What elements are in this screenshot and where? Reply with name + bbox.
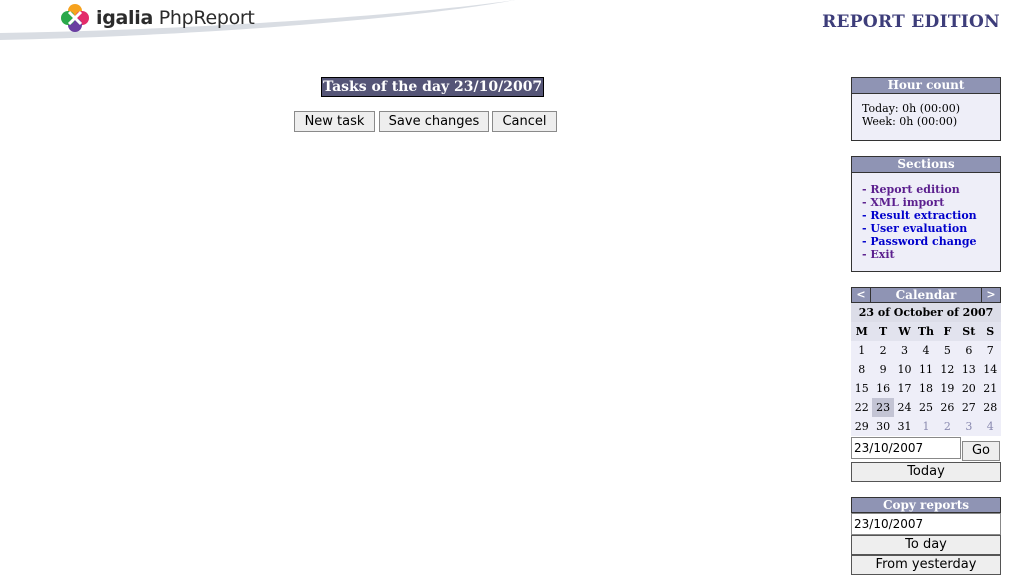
calendar-day[interactable]: 18 bbox=[915, 379, 936, 398]
calendar-day[interactable]: 10 bbox=[894, 360, 915, 379]
calendar-day[interactable]: 3 bbox=[958, 417, 979, 436]
hour-count-title: Hour count bbox=[852, 78, 1000, 94]
calendar-day[interactable]: 17 bbox=[894, 379, 915, 398]
section-link[interactable]: - Result extraction bbox=[862, 209, 990, 222]
section-link[interactable]: - Password change bbox=[862, 235, 990, 248]
logo-text: igalia PhpReport bbox=[96, 7, 255, 29]
calendar-day[interactable]: 30 bbox=[872, 417, 893, 436]
section-link[interactable]: - Exit bbox=[862, 248, 990, 261]
igalia-logo-icon bbox=[61, 4, 89, 32]
logo-brand: igalia bbox=[96, 7, 153, 29]
calendar-grid: M T W Th F St S 1 2 3 4 5 6 7 8 9 10 11 12 13 14 15 16 17 18 19 20… bbox=[851, 322, 1001, 436]
copy-reports-date-input[interactable] bbox=[851, 513, 1001, 535]
hour-count-today: Today: 0h (00:00) bbox=[862, 102, 960, 115]
calendar-title: Calendar bbox=[895, 288, 957, 302]
calendar-day[interactable]: 16 bbox=[872, 379, 893, 398]
calendar-day[interactable]: 23 bbox=[872, 398, 894, 417]
calendar-day[interactable]: 28 bbox=[980, 398, 1001, 417]
calendar-day[interactable]: 1 bbox=[851, 341, 872, 360]
calendar-weekday: T bbox=[872, 322, 894, 341]
logo-product: PhpReport bbox=[158, 7, 255, 29]
calendar-day[interactable]: 9 bbox=[872, 360, 893, 379]
calendar-day[interactable]: 4 bbox=[980, 417, 1001, 436]
calendar-day[interactable]: 14 bbox=[980, 360, 1001, 379]
calendar-day[interactable]: 13 bbox=[958, 360, 979, 379]
calendar-weekday: F bbox=[936, 322, 959, 341]
calendar-day[interactable]: 27 bbox=[958, 398, 979, 417]
page-heading: REPORT EDITION bbox=[822, 12, 1000, 32]
calendar-weekday: M bbox=[851, 322, 873, 341]
cancel-button[interactable]: Cancel bbox=[492, 111, 557, 132]
calendar-day[interactable]: 11 bbox=[915, 360, 936, 379]
calendar-day[interactable]: 21 bbox=[980, 379, 1001, 398]
calendar-day[interactable]: 22 bbox=[851, 398, 872, 417]
sections-list: - Report edition - XML import - Result ext… bbox=[852, 173, 1000, 269]
calendar-day[interactable]: 15 bbox=[851, 379, 872, 398]
calendar-go-button[interactable]: Go bbox=[962, 441, 1000, 461]
calendar-prev-button[interactable]: < bbox=[852, 288, 871, 302]
calendar-month-label: 23 of October of 2007 bbox=[851, 303, 1001, 322]
calendar-day[interactable]: 3 bbox=[894, 341, 915, 360]
calendar-day[interactable]: 7 bbox=[980, 341, 1001, 360]
calendar-header: < Calendar > bbox=[851, 287, 1001, 303]
calendar-day[interactable]: 2 bbox=[937, 417, 958, 436]
section-link[interactable]: - XML import bbox=[862, 196, 990, 209]
calendar-next-button[interactable]: > bbox=[981, 288, 1000, 302]
calendar-day[interactable]: 6 bbox=[958, 341, 979, 360]
section-link[interactable]: - Report edition bbox=[862, 183, 990, 196]
copy-reports-box: Copy reports To day From yesterday bbox=[851, 497, 1001, 575]
sections-title: Sections bbox=[852, 157, 1000, 173]
calendar-day[interactable]: 5 bbox=[937, 341, 958, 360]
calendar-day[interactable]: 1 bbox=[915, 417, 936, 436]
copy-from-yesterday-button[interactable]: From yesterday bbox=[851, 555, 1001, 575]
sections-box: Sections - Report edition - XML import - R… bbox=[851, 156, 1001, 272]
calendar-day[interactable]: 20 bbox=[958, 379, 979, 398]
hour-count-box: Hour count Today: 0h (00:00) Week: 0h (0… bbox=[851, 77, 1001, 141]
section-link[interactable]: - User evaluation bbox=[862, 222, 990, 235]
calendar-weekday: Th bbox=[915, 322, 937, 341]
calendar-weekday: S bbox=[979, 322, 1001, 341]
save-changes-button[interactable]: Save changes bbox=[379, 111, 489, 132]
calendar-day[interactable]: 8 bbox=[851, 360, 872, 379]
calendar-day[interactable]: 24 bbox=[894, 398, 915, 417]
hour-count-week: Week: 0h (00:00) bbox=[862, 115, 958, 128]
new-task-button[interactable]: New task bbox=[294, 111, 375, 132]
calendar-date-input[interactable] bbox=[851, 437, 961, 459]
calendar-day[interactable]: 26 bbox=[937, 398, 958, 417]
calendar-day[interactable]: 25 bbox=[915, 398, 936, 417]
calendar-weekday: St bbox=[958, 322, 980, 341]
calendar: < Calendar > 23 of October of 2007 M T W Th… bbox=[851, 287, 1001, 482]
calendar-day[interactable]: 2 bbox=[872, 341, 893, 360]
calendar-day[interactable]: 31 bbox=[894, 417, 915, 436]
copy-reports-title: Copy reports bbox=[851, 497, 1001, 513]
tasks-title: Tasks of the day 23/10/2007 bbox=[321, 77, 545, 97]
calendar-day[interactable]: 4 bbox=[915, 341, 936, 360]
calendar-day[interactable]: 29 bbox=[851, 417, 872, 436]
igalia-logo: igalia PhpReport bbox=[60, 2, 255, 34]
calendar-day[interactable]: 19 bbox=[937, 379, 958, 398]
calendar-day[interactable]: 12 bbox=[937, 360, 958, 379]
copy-to-day-button[interactable]: To day bbox=[851, 535, 1001, 555]
calendar-today-button[interactable]: Today bbox=[851, 462, 1001, 482]
calendar-weekday: W bbox=[893, 322, 916, 341]
